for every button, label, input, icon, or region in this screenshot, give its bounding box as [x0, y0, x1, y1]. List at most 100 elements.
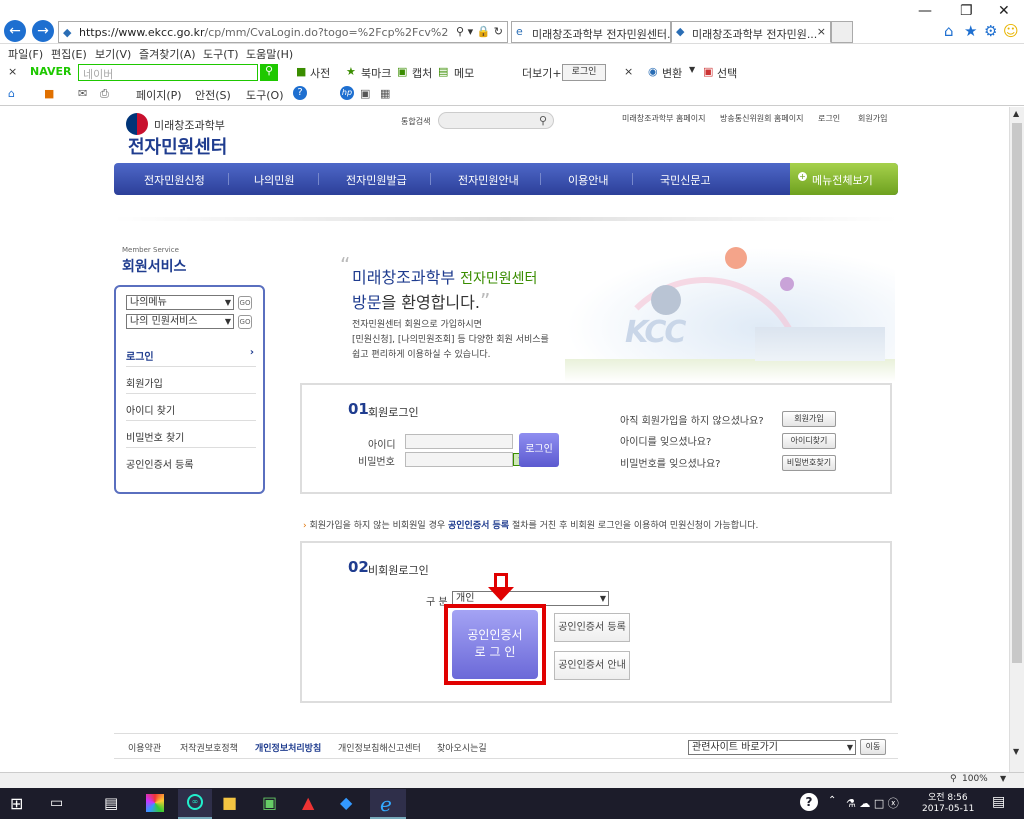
- site-search-input[interactable]: ⚲: [438, 112, 554, 129]
- research-icon[interactable]: ▣: [360, 87, 370, 100]
- menu-edit[interactable]: 편집(E): [51, 46, 87, 62]
- nav-guide[interactable]: 전자민원안내: [458, 172, 519, 188]
- home-icon[interactable]: ⌂: [944, 22, 954, 40]
- nav-usage[interactable]: 이용안내: [568, 172, 608, 188]
- rss-icon[interactable]: ■: [44, 87, 54, 100]
- join-button[interactable]: 회원가입: [782, 411, 836, 427]
- naver-select[interactable]: 선택: [717, 65, 737, 81]
- menu-tools[interactable]: 도구(T): [203, 46, 239, 62]
- close-toolbar-icon[interactable]: ×: [8, 65, 17, 78]
- menu-all-button[interactable]: + 메뉴전체보기: [790, 163, 898, 195]
- naver-memo[interactable]: 메모: [454, 65, 474, 81]
- find-id-button[interactable]: 아이디찾기: [782, 433, 836, 449]
- footer-privacy-report[interactable]: 개인정보침해신고센터: [338, 741, 421, 754]
- scroll-up-icon[interactable]: ▲: [1013, 109, 1019, 118]
- move-button[interactable]: 이동: [860, 739, 886, 755]
- cert-register-button[interactable]: 공인인증서 등록: [554, 613, 630, 642]
- restore-icon[interactable]: ❐: [960, 3, 973, 19]
- smiley-icon[interactable]: ☺: [1003, 22, 1019, 40]
- home-small-icon[interactable]: ⌂: [8, 87, 15, 100]
- cert-login-button[interactable]: 공인인증서 로 그 인: [452, 610, 538, 679]
- side-item-find-id[interactable]: 아이디 찾기: [126, 395, 256, 421]
- app-icon-5[interactable]: ◆: [340, 793, 352, 812]
- forward-button[interactable]: →: [32, 20, 54, 42]
- top-link-login[interactable]: 로그인: [818, 113, 840, 124]
- menu-help[interactable]: 도움말(H): [246, 46, 293, 62]
- ie-taskbar-button[interactable]: e: [370, 789, 406, 819]
- site-title[interactable]: 전자민원센터: [128, 133, 227, 159]
- app-icon-4[interactable]: ▲: [302, 793, 314, 812]
- side-item-join[interactable]: 회원가입: [126, 368, 256, 394]
- footer-terms[interactable]: 이용약관: [128, 741, 161, 754]
- id-input[interactable]: [405, 434, 513, 449]
- print-icon[interactable]: ⎙: [100, 87, 109, 101]
- notification-icon[interactable]: ▤: [992, 794, 1005, 810]
- menu-view[interactable]: 보기(V): [95, 46, 131, 62]
- settings-gear-icon[interactable]: ⚙: [984, 22, 997, 40]
- cert-guide-button[interactable]: 공인인증서 안내: [554, 651, 630, 680]
- minimize-icon[interactable]: —: [918, 3, 932, 19]
- app-icon-2-active[interactable]: ∞: [178, 789, 212, 819]
- top-link-kcc[interactable]: 방송통신위원회 홈페이지: [720, 113, 804, 124]
- footer-directions[interactable]: 찾아오시는길: [437, 741, 487, 754]
- my-menu-select[interactable]: 나의메뉴 ▼: [126, 295, 234, 310]
- login-button[interactable]: 로그인: [519, 433, 559, 467]
- side-item-login[interactable]: 로그인 ›: [126, 341, 256, 367]
- nav-epeople[interactable]: 국민신문고: [660, 172, 711, 188]
- top-link-msip[interactable]: 미래창조과학부 홈페이지: [622, 113, 706, 124]
- go-button-1[interactable]: GO: [238, 296, 252, 310]
- search-icon[interactable]: ⚲: [539, 114, 547, 127]
- folder-icon[interactable]: ■: [222, 793, 237, 812]
- tab-1[interactable]: e 미래창조과학부 전자민원센터...: [511, 21, 671, 43]
- close-window-icon[interactable]: ✕: [998, 3, 1010, 19]
- nav-issue[interactable]: 전자민원발급: [346, 172, 407, 188]
- app-icon-3[interactable]: ▣: [262, 793, 277, 812]
- tray-icons[interactable]: ⚗ ☁ □ ⓧ: [846, 795, 899, 811]
- tray-chevron-up-icon[interactable]: ⌃: [828, 795, 836, 806]
- cmd-tools[interactable]: 도구(O): [246, 87, 283, 103]
- favorites-star-icon[interactable]: ★: [964, 22, 977, 40]
- naver-bookmark[interactable]: 북마크: [361, 65, 391, 81]
- find-pw-button[interactable]: 비밀번호찾기: [782, 455, 836, 471]
- hp-icon[interactable]: hp: [340, 86, 354, 100]
- my-service-select[interactable]: 나의 민원서비스 ▼: [126, 314, 234, 329]
- menu-file[interactable]: 파일(F): [8, 46, 43, 62]
- go-button-2[interactable]: GO: [238, 315, 252, 329]
- task-view-icon[interactable]: ▭: [50, 795, 63, 811]
- cert-register-link[interactable]: 공인인증서 등록: [448, 521, 509, 531]
- vertical-scrollbar[interactable]: ▲ ▼: [1009, 107, 1024, 772]
- cmd-page[interactable]: 페이지(P): [136, 87, 182, 103]
- nav-apply[interactable]: 전자민원신청: [144, 172, 205, 188]
- tab-2[interactable]: ◆ 미래창조과학부 전자민원... ×: [671, 21, 831, 43]
- help-icon[interactable]: ?: [293, 86, 307, 100]
- mail-icon[interactable]: ✉: [78, 87, 87, 100]
- new-tab-button[interactable]: [831, 21, 853, 43]
- naver-search-input[interactable]: 네이버: [78, 64, 258, 81]
- windows-start-icon[interactable]: ⊞: [10, 794, 23, 813]
- address-bar[interactable]: ◆ https://www.ekcc.go.kr/cp/mm/CvaLogin.…: [58, 21, 508, 43]
- clock-time[interactable]: 오전 8:56: [928, 790, 968, 803]
- footer-copyright[interactable]: 저작권보호정책: [180, 741, 238, 754]
- close-tab-icon[interactable]: ×: [817, 25, 826, 38]
- top-link-join[interactable]: 회원가입: [858, 113, 887, 124]
- zoom-level[interactable]: 100%: [962, 774, 988, 784]
- side-item-cert-register[interactable]: 공인인증서 등록: [126, 449, 256, 475]
- close-naver-icon[interactable]: ×: [624, 65, 633, 78]
- scroll-thumb[interactable]: [1012, 123, 1022, 663]
- cmd-safety[interactable]: 안전(S): [195, 87, 231, 103]
- app-icon-1[interactable]: [146, 794, 164, 812]
- back-button[interactable]: ←: [4, 20, 26, 42]
- naver-login-button[interactable]: 로그인: [562, 64, 606, 81]
- zoom-dropdown-icon[interactable]: ▼: [1000, 774, 1006, 783]
- naver-dictionary[interactable]: 사전: [310, 65, 330, 81]
- capture-tool-icon[interactable]: ▦: [380, 87, 390, 100]
- naver-capture[interactable]: 캡처: [412, 65, 432, 81]
- clock-date[interactable]: 2017-05-11: [922, 804, 974, 814]
- nav-my[interactable]: 나의민원: [254, 172, 294, 188]
- help-tray-icon[interactable]: ?: [800, 793, 818, 811]
- side-item-find-pw[interactable]: 비밀번호 찾기: [126, 422, 256, 448]
- pw-input[interactable]: +: [405, 452, 528, 467]
- naver-search-button[interactable]: ⚲: [260, 64, 278, 81]
- footer-privacy[interactable]: 개인정보처리방침: [255, 741, 321, 754]
- scroll-down-icon[interactable]: ▼: [1013, 747, 1019, 756]
